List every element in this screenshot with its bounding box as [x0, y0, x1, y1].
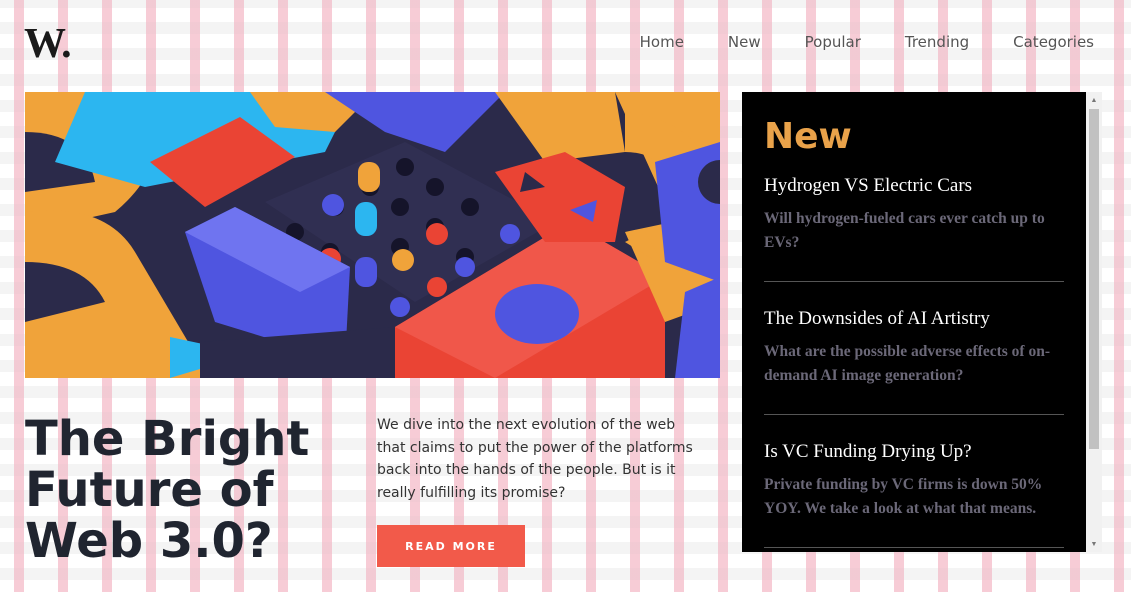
article-title[interactable]: Hydrogen VS Electric Cars — [764, 175, 1064, 197]
nav-new[interactable]: New — [728, 33, 761, 51]
list-item[interactable]: Is VC Funding Drying Up? Private funding… — [764, 441, 1064, 548]
panel-title: New — [764, 116, 852, 157]
article-headline: The Bright Future of Web 3.0? — [25, 411, 310, 569]
new-articles-panel: New Hydrogen VS Electric Cars Will hydro… — [742, 92, 1086, 552]
article-title[interactable]: Is VC Funding Drying Up? — [764, 441, 1064, 463]
scroll-up-icon[interactable]: ▲ — [1086, 92, 1102, 108]
scroll-down-icon[interactable]: ▼ — [1086, 536, 1102, 552]
scrollbar-thumb[interactable] — [1089, 109, 1099, 449]
nav-popular[interactable]: Popular — [805, 33, 861, 51]
logo[interactable]: W. — [24, 20, 72, 68]
nav-home[interactable]: Home — [640, 33, 684, 51]
article-teaser: We dive into the next evolution of the w… — [377, 417, 693, 501]
list-item[interactable]: The Downsides of AI Artistry What are th… — [764, 308, 1064, 415]
nav-categories[interactable]: Categories — [1013, 33, 1094, 51]
main-nav: Home New Popular Trending Categories — [640, 33, 1094, 51]
panel-scrollbar[interactable]: ▲ ▼ — [1086, 92, 1102, 552]
read-more-button[interactable]: READ MORE — [377, 525, 525, 567]
hero-illustration — [25, 92, 720, 378]
hero-image — [25, 92, 720, 378]
nav-trending[interactable]: Trending — [905, 33, 969, 51]
article-description: Private funding by VC firms is down 50% … — [764, 476, 1043, 517]
article-description: What are the possible adverse effects of… — [764, 343, 1050, 384]
article-description: Will hydrogen-fueled cars ever catch up … — [764, 210, 1045, 251]
article-title[interactable]: The Downsides of AI Artistry — [764, 308, 1064, 330]
list-item[interactable]: Hydrogen VS Electric Cars Will hydrogen-… — [764, 175, 1064, 282]
